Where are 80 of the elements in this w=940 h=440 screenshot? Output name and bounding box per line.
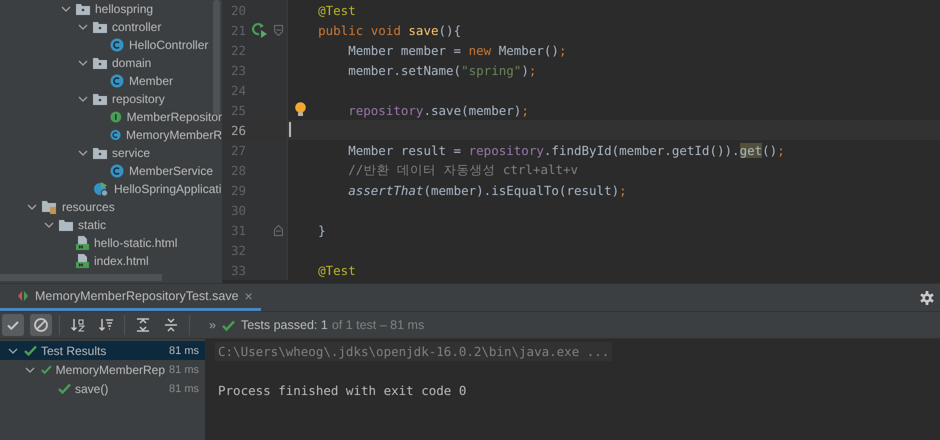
resources-folder-icon [42,200,57,214]
line-number: 26 [230,122,246,138]
html-file-icon [76,254,89,268]
tree-item[interactable]: HelloController [129,38,208,52]
package-icon [93,147,107,159]
chevron-icon[interactable] [61,5,71,13]
tree-item[interactable]: index.html [94,254,149,268]
tree-item[interactable]: repository [112,92,165,106]
chevron-icon[interactable] [8,346,18,354]
expand-all-icon [135,317,151,333]
test-result-row[interactable]: save() 81 ms [0,379,205,398]
run-test-icon[interactable] [250,22,268,38]
tree-item[interactable]: HelloSpringApplicati [114,182,222,196]
tree-item[interactable]: MemberService [129,164,214,178]
chevron-icon[interactable] [44,221,54,229]
package-icon [76,3,90,15]
status-text: Tests passed: 1 [240,318,328,332]
check-toggle-button[interactable] [2,314,24,336]
class-icon [110,74,124,88]
interface-icon [110,110,122,124]
tree-item[interactable]: resources [62,200,115,214]
tree-item[interactable]: MemoryMemberR [126,128,222,142]
code-line: Member result = repository.findById(member.getId()).get(); [348,142,785,158]
tree-item[interactable]: MemberRepositor [126,110,222,124]
text-cursor [289,122,291,137]
collapse-all-icon [163,317,179,333]
test-result-row[interactable]: MemoryMemberRep 81 ms [0,360,205,379]
tree-item[interactable]: hello-static.html [94,236,178,250]
tree-item[interactable]: domain [112,56,152,70]
class-icon [110,164,124,178]
code-line: assertThat(member).isEqualTo(result); [348,182,627,198]
package-icon [93,21,107,33]
more-button[interactable]: » [209,318,216,332]
tree-item[interactable]: hellospring [95,2,154,16]
package-icon [93,93,107,105]
run-config-icon [18,291,29,301]
code-line: Member member = new Member(); [348,42,566,58]
folder-icon [59,219,73,231]
package-icon [93,57,107,69]
run-tab[interactable]: MemoryMemberRepositoryTest.save × [0,284,261,311]
close-button[interactable]: × [244,288,253,304]
spring-app-icon [93,181,109,197]
code-line: @Test [318,262,356,278]
status-detail: of 1 test – 81 ms [332,318,424,332]
fold-icon[interactable] [274,24,282,36]
check-icon [41,364,52,375]
settings-icon[interactable] [920,290,934,304]
no-entry-icon [33,317,49,333]
chevron-icon[interactable] [27,203,37,211]
console-output: Process finished with exit code 0 [217,382,468,398]
class-icon [110,38,124,52]
chevron-icon[interactable] [78,95,88,103]
tree-item[interactable]: Member [129,74,174,88]
chevron-icon[interactable] [78,23,88,31]
stop-toggle-button[interactable] [30,314,52,336]
check-icon [222,320,235,330]
tree-item[interactable]: controller [112,20,162,34]
check-icon [58,383,71,394]
lightbulb-icon[interactable] [295,102,306,117]
tree-item[interactable]: service [112,146,150,160]
sort-icon [98,317,114,333]
duration-text: 81 ms [169,344,199,356]
fold-icon[interactable] [274,224,282,236]
class-icon [110,128,121,142]
check-icon [24,345,37,356]
chevron-icon[interactable] [78,59,88,67]
code-line: } [318,222,326,238]
duration-text: 81 ms [169,382,199,394]
sort-alphabetical-icon [70,317,86,333]
code-line: @Test [318,2,356,18]
chevron-icon[interactable] [78,149,88,157]
chevron-icon[interactable] [25,366,35,374]
duration-text: 81 ms [169,364,199,376]
test-result-row[interactable]: Test Results 81 ms [0,341,205,360]
tree-item[interactable]: static [78,218,106,232]
code-line: //반환 데이터 자동생성 ctrl+alt+v [348,162,578,178]
code-line: repository.save(member); [348,102,529,118]
code-line: member.setName("spring"); [348,62,536,78]
code-line: public void save(){ [318,22,462,38]
html-file-icon [76,236,89,250]
